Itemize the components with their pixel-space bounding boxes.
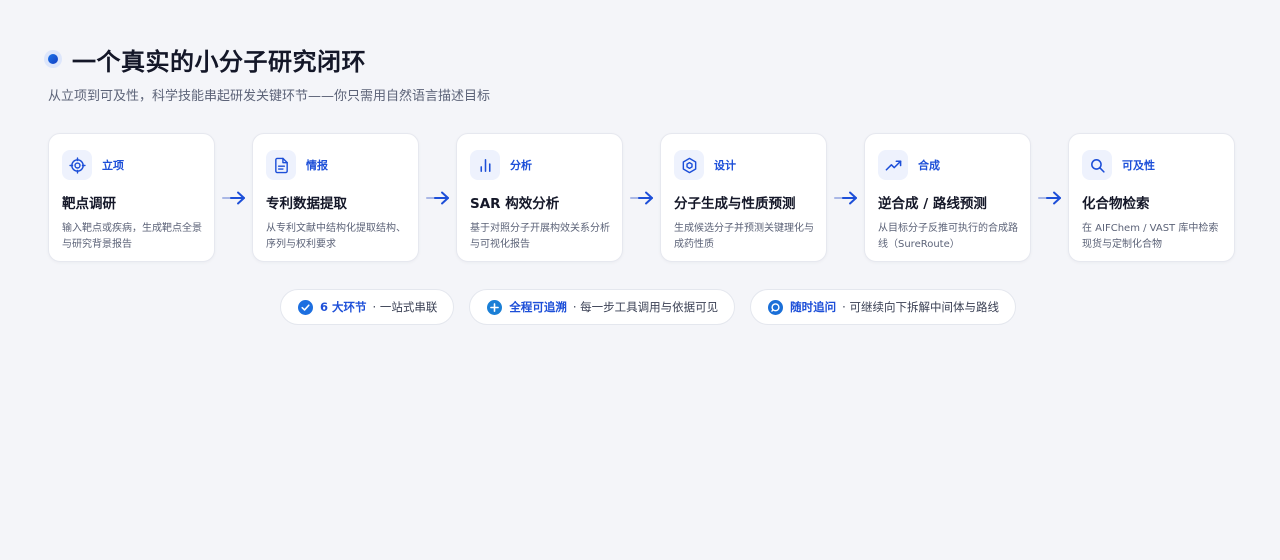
stage-label: 分析 [510,159,532,172]
search-icon [1082,150,1112,180]
stage-label: 合成 [918,159,940,172]
stage-title: SAR 构效分析 [470,196,560,212]
stage-label: 可及性 [1122,159,1155,172]
stage-title: 化合物检索 [1082,196,1150,212]
arrow-right-icon [215,188,252,208]
stage-description: 在 AIFChem / VAST 库中检索现货与定制化合物 [1082,223,1219,250]
stage-label: 情报 [306,159,328,172]
page-title: 一个真实的小分子研究闭环 [72,47,366,76]
stage-card-compound-search: 可及性 化合物检索 在 AIFChem / VAST 库中检索现货与定制化合物 [1068,133,1235,262]
badge-traceable: 全程可追溯 · 每一步工具调用与依据可见 [469,289,736,325]
stage-title: 逆合成 / 路线预测 [878,196,987,212]
document-icon [266,150,296,180]
stage-card-molecule-design: 设计 分子生成与性质预测 生成候选分子并预测关键理化与成药性质 [660,133,827,262]
bar-chart-icon [470,150,500,180]
stage-title: 分子生成与性质预测 [674,196,796,212]
stage-card-sar-analysis: 分析 SAR 构效分析 基于对照分子开展构效关系分析与可视化报告 [456,133,623,262]
page-subtitle: 从立项到可及性，科学技能串起研发关键环节——你只需用自然语言描述目标 [48,89,491,104]
stage-title: 靶点调研 [62,196,116,212]
stage-description: 生成候选分子并预测关键理化与成药性质 [674,223,814,250]
badge-text: · 可继续向下拆解中间体与路线 [842,300,999,314]
check-circle-icon [298,299,313,315]
arrow-right-icon [623,188,660,208]
title-row: 一个真实的小分子研究闭环 [44,44,366,76]
badge-strong-text: 随时追问 [790,300,837,314]
stage-title: 专利数据提取 [266,196,347,212]
title-bullet-icon [44,50,62,68]
stage-card-patent-extraction: 情报 专利数据提取 从专利文献中结构化提取结构、序列与权利要求 [252,133,419,262]
badge-follow-up: 随时追问 · 可继续向下拆解中间体与路线 [750,289,1016,325]
badge-strong-text: 6 大环节 [320,300,367,314]
badge-text: · 每一步工具调用与依据可见 [572,300,719,314]
chat-bubble-icon [768,299,784,315]
arrow-right-icon [419,188,456,208]
stage-description: 从专利文献中结构化提取结构、序列与权利要求 [266,223,406,250]
stage-label: 立项 [102,159,124,172]
stage-description: 基于对照分子开展构效关系分析与可视化报告 [470,223,610,250]
badge-six-stages: 6 大环节 · 一站式串联 [280,289,455,325]
stage-card-retrosynthesis: 合成 逆合成 / 路线预测 从目标分子反推可执行的合成路线（SureRoute） [864,133,1031,262]
arrow-right-icon [1031,188,1068,208]
hexagon-molecule-icon [674,150,704,180]
stage-description: 输入靶点或疾病，生成靶点全景与研究背景报告 [62,223,202,250]
page: 一个真实的小分子研究闭环 从立项到可及性，科学技能串起研发关键环节——你只需用自… [0,0,1280,560]
badge-strong-text: 全程可追溯 [509,300,567,314]
stage-card-target-research: 立项 靶点调研 输入靶点或疾病，生成靶点全景与研究背景报告 [48,133,215,262]
trending-up-icon [878,150,908,180]
target-icon [62,150,92,180]
plus-circle-icon [487,299,503,315]
arrow-right-icon [827,188,864,208]
badge-text: · 一站式串联 [372,300,438,314]
stage-label: 设计 [714,159,736,172]
feature-badges: 6 大环节 · 一站式串联 全程可追溯 · 每一步工具调用与依据可见 随时追问 … [280,289,1016,325]
stage-description: 从目标分子反推可执行的合成路线（SureRoute） [878,223,1018,250]
workflow-cards: 立项 靶点调研 输入靶点或疾病，生成靶点全景与研究背景报告 情报 专利数据提取 … [48,133,1235,262]
